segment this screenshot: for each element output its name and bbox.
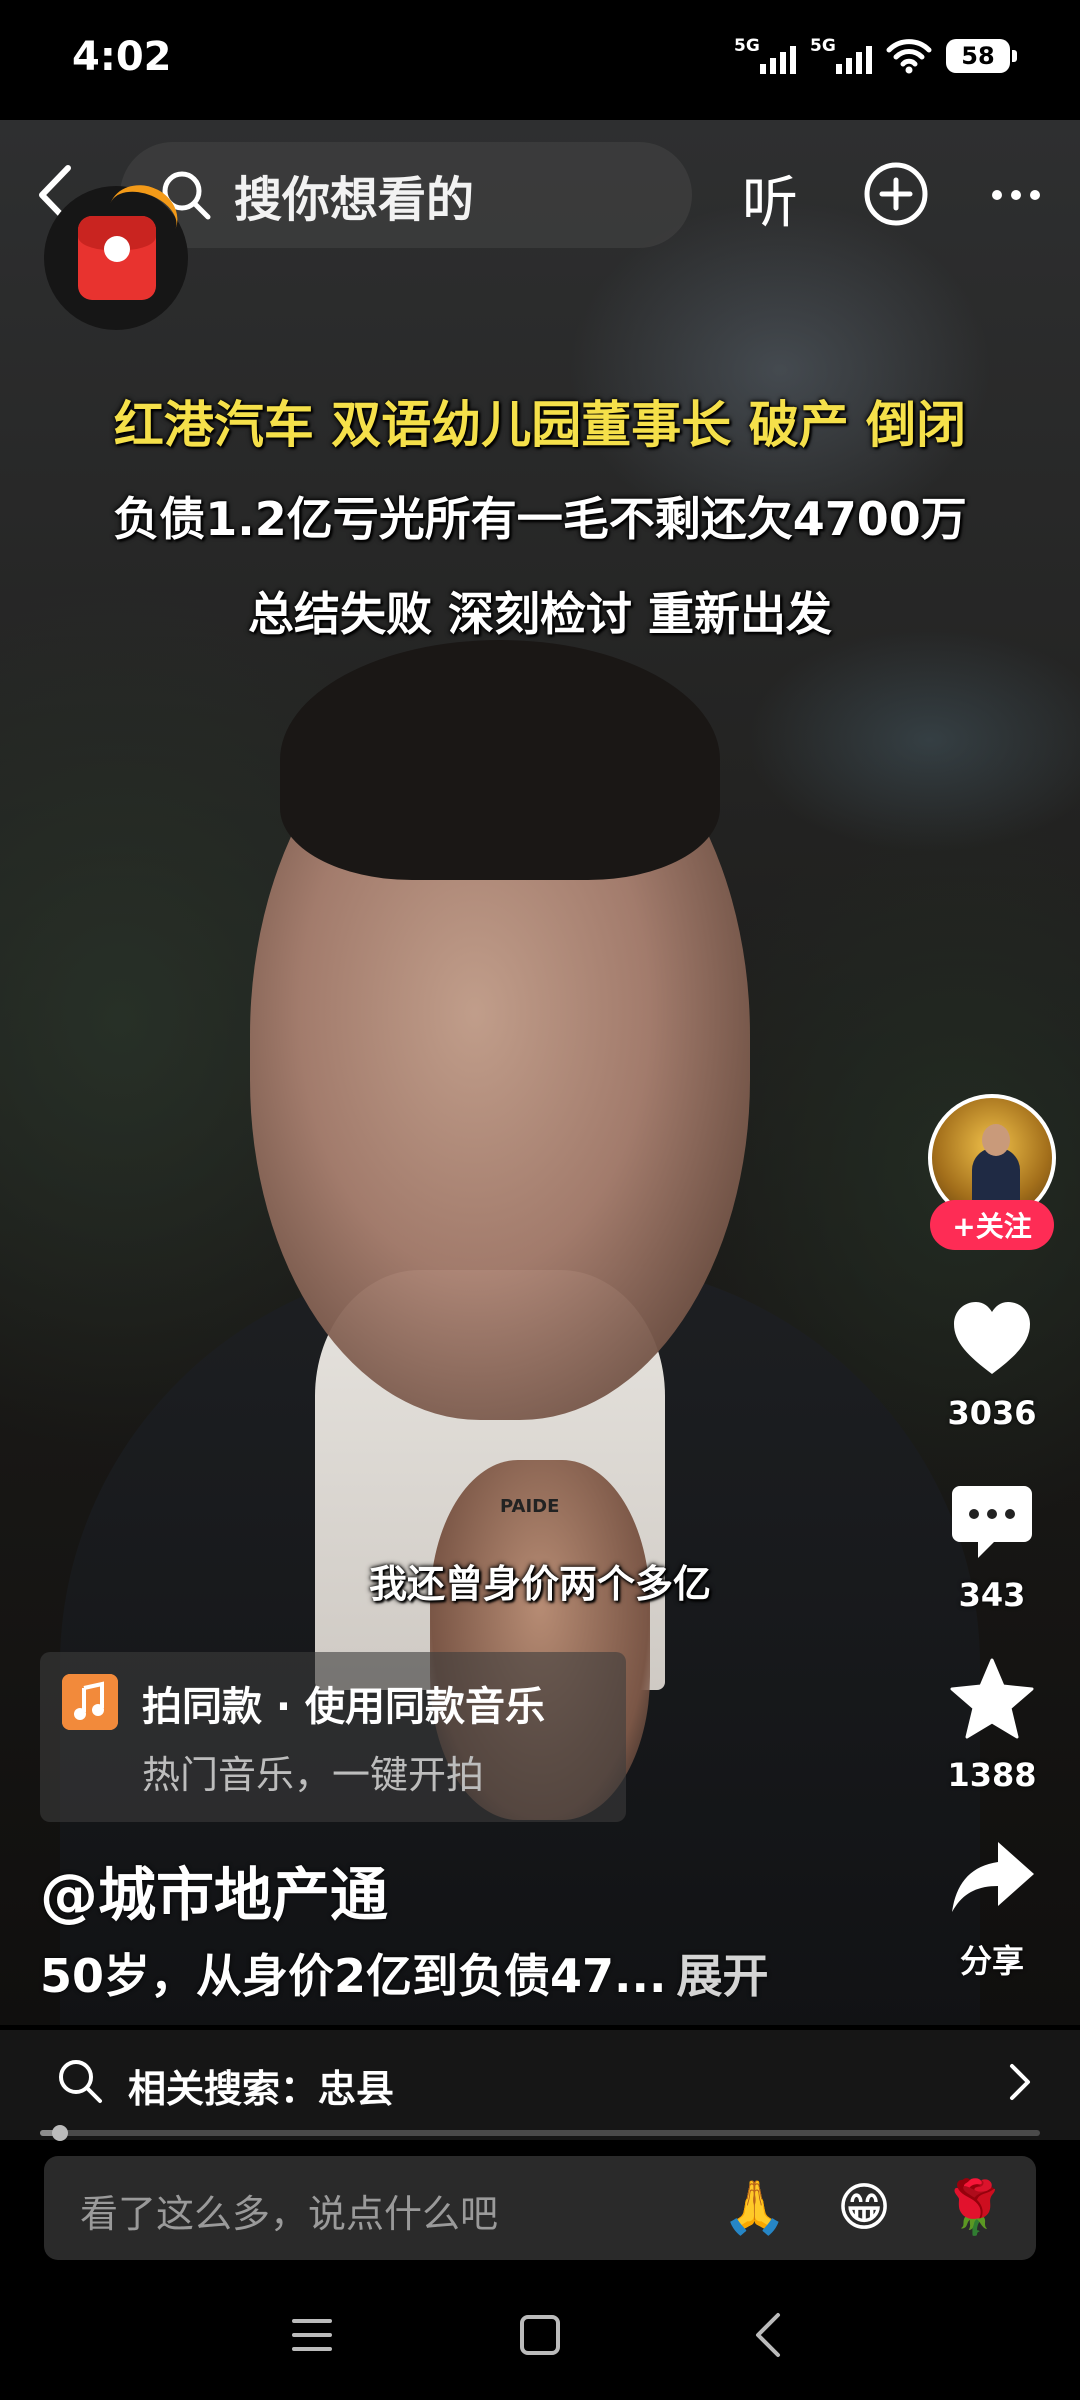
grin-emoji-button[interactable]: 😁 [832,2176,896,2240]
rose-emoji-button[interactable]: 🌹 [942,2176,1007,2240]
video-person-hair [280,640,720,880]
video-progress-track[interactable] [40,2130,1040,2136]
video-caption-line-2: 负债1.2亿亏光所有一毛不剩还欠4700万 [113,492,967,546]
comment-placeholder[interactable]: 看了这么多，说点什么吧 [80,2183,498,2238]
battery-indicator: 58 [946,39,1017,73]
share-icon[interactable] [948,1836,1036,1924]
home-icon[interactable] [510,2305,570,2365]
favorite-count: 1388 [947,1756,1037,1794]
heart-icon[interactable] [948,1296,1036,1384]
search-icon [59,2060,102,2103]
listen-button[interactable]: 听 [742,158,798,239]
video-progress-handle[interactable] [52,2125,68,2141]
wifi-icon [886,39,932,74]
author-name[interactable]: @城市地产通 [40,1848,388,1932]
cellular-signal-icon: 5G [734,36,796,76]
post-description: 50岁，从身价2亿到负债47... 展开 [40,1940,768,2006]
share-label: 分享 [959,1942,1024,1980]
music-subtitle: 热门音乐，一键开拍 [142,1753,485,1797]
video-caption-line-1: 红港汽车 双语幼儿园董事长 破产 倒闭 [113,396,967,454]
menu-icon[interactable] [282,2305,342,2365]
follow-button[interactable]: +关注 [930,1200,1054,1250]
music-title: 拍同款 · 使用同款音乐 [142,1684,546,1730]
video-caption-line-3: 总结失败 深刻检讨 重新出发 [247,587,833,641]
comment-icon[interactable] [948,1478,1036,1566]
status-bar: 4:02 5G 5G 58 [0,0,1080,120]
status-time: 4:02 [72,34,172,80]
comment-count: 343 [958,1576,1026,1614]
back-nav-icon[interactable] [740,2305,800,2365]
like-count: 3036 [947,1394,1037,1432]
plus-icon[interactable] [862,160,930,228]
expand-button[interactable]: 展开 [676,1949,768,2003]
red-packet-icon[interactable] [44,175,188,330]
related-search-label[interactable]: 相关搜索：忠县 [128,2058,394,2113]
shirt-brand-text: PAIDE [500,1496,560,1517]
post-description-text: 50岁，从身价2亿到负债47... [40,1949,667,2003]
status-icons: 5G 5G 58 [734,36,1017,76]
music-note-icon [62,1674,118,1730]
star-icon[interactable] [948,1656,1036,1744]
cellular-signal-icon-2: 5G [810,36,872,76]
more-icon[interactable] [990,188,1042,202]
search-placeholder[interactable]: 搜你想看的 [234,160,474,230]
pray-emoji-button[interactable]: 🙏 [722,2176,787,2240]
chevron-right-icon[interactable] [1000,2062,1040,2102]
